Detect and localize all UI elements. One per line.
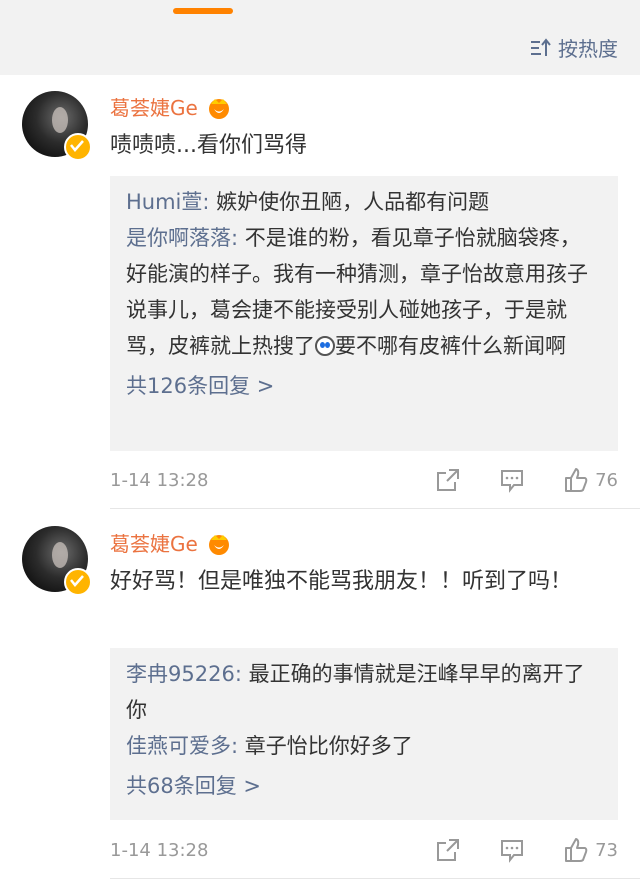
username[interactable]: 葛荟婕Ge bbox=[110, 528, 232, 557]
avatar[interactable] bbox=[22, 526, 92, 596]
username-text[interactable]: 葛荟婕Ge bbox=[110, 528, 198, 557]
timestamp: 1-14 13:28 bbox=[110, 469, 209, 491]
like-count: 76 bbox=[595, 469, 618, 491]
share-button[interactable] bbox=[435, 837, 461, 863]
reply-item[interactable]: 是你啊落落: 不是谁的粉，看见章子怡就脑袋疼，好能演的样子。我有一种猜测，章子怡… bbox=[126, 220, 600, 364]
username-text[interactable]: 葛荟婕Ge bbox=[110, 92, 198, 121]
share-icon bbox=[437, 469, 460, 491]
timestamp: 1-14 13:28 bbox=[110, 839, 209, 861]
sort-label: 按热度 bbox=[558, 37, 618, 61]
comment-text: 好好骂！但是唯独不能骂我朋友！！听到了吗！ bbox=[110, 569, 573, 594]
like-button[interactable]: 76 bbox=[563, 467, 618, 493]
comment-text: 啧啧啧...看你们骂得 bbox=[110, 133, 307, 158]
sort-icon bbox=[531, 37, 551, 56]
like-icon bbox=[565, 838, 588, 862]
like-button[interactable]: 73 bbox=[563, 837, 618, 863]
comment-meta: 1-14 13:28 76 bbox=[110, 464, 618, 496]
comment-meta: 1-14 13:28 73 bbox=[110, 834, 618, 866]
reply-author[interactable]: 是你啊落落 bbox=[126, 226, 231, 250]
reply-item[interactable]: 李冉95226: 最正确的事情就是汪峰早早的离开了你 bbox=[126, 656, 600, 728]
reply-item[interactable]: Humi萱: 嫉妒使你丑陋，人品都有问题 bbox=[126, 184, 600, 220]
share-icon bbox=[437, 839, 460, 861]
reply-box[interactable]: Humi萱: 嫉妒使你丑陋，人品都有问题 是你啊落落: 不是谁的粉，看见章子怡就… bbox=[110, 176, 618, 451]
verified-icon bbox=[64, 133, 92, 161]
comment-button[interactable] bbox=[499, 467, 525, 493]
verified-icon bbox=[64, 568, 92, 596]
divider bbox=[110, 878, 640, 879]
like-count: 73 bbox=[595, 839, 618, 861]
avatar[interactable] bbox=[22, 91, 92, 161]
top-bar: 按热度 bbox=[0, 0, 640, 75]
share-button[interactable] bbox=[435, 467, 461, 493]
reply-author[interactable]: 李冉95226 bbox=[126, 662, 235, 686]
reply-text: 章子怡比你好多了 bbox=[238, 734, 413, 758]
comment-button[interactable] bbox=[499, 837, 525, 863]
username[interactable]: 葛荟婕Ge bbox=[110, 92, 232, 121]
more-replies-link[interactable]: 共126条回复 > bbox=[126, 366, 600, 406]
emoji-icon bbox=[315, 336, 335, 356]
reply-text: 要不哪有皮裤什么新闻啊 bbox=[335, 334, 566, 358]
reply-author[interactable]: Humi萱 bbox=[126, 190, 202, 214]
crown-icon bbox=[208, 98, 229, 119]
crown-icon bbox=[208, 534, 229, 555]
reply-text: 嫉妒使你丑陋，人品都有问题 bbox=[209, 190, 490, 214]
reply-item[interactable]: 佳燕可爱多: 章子怡比你好多了 bbox=[126, 728, 600, 764]
sort-by-hot-button[interactable]: 按热度 bbox=[530, 33, 618, 62]
like-icon bbox=[565, 468, 588, 492]
comment-icon bbox=[501, 840, 524, 863]
reply-box[interactable]: 李冉95226: 最正确的事情就是汪峰早早的离开了你 佳燕可爱多: 章子怡比你好… bbox=[110, 648, 618, 820]
more-replies-link[interactable]: 共68条回复 > bbox=[126, 766, 600, 806]
reply-author[interactable]: 佳燕可爱多 bbox=[126, 734, 231, 758]
active-tab-indicator bbox=[173, 8, 233, 14]
comment-icon bbox=[501, 470, 524, 493]
divider bbox=[110, 508, 640, 509]
